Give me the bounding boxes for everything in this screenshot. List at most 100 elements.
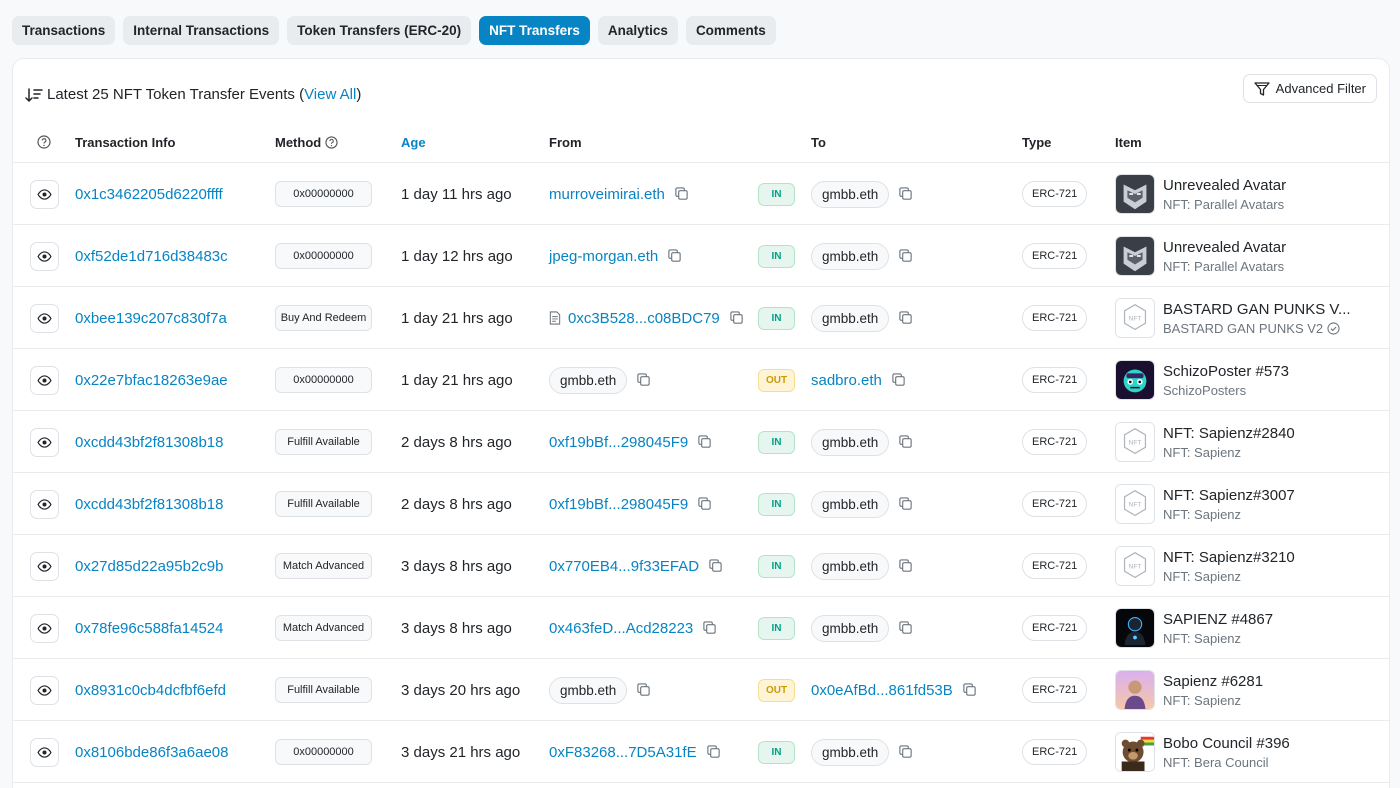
from-address[interactable]: gmbb.eth bbox=[549, 676, 628, 704]
to-address[interactable]: 0x0eAfBd...861fd53B bbox=[811, 682, 953, 699]
from-address[interactable]: gmbb.eth bbox=[549, 366, 628, 394]
copy-from-icon[interactable] bbox=[697, 496, 713, 512]
nft-thumbnail[interactable] bbox=[1115, 236, 1155, 276]
copy-to-icon[interactable] bbox=[898, 434, 914, 450]
tab-internal-transactions[interactable]: Internal Transactions bbox=[123, 16, 280, 45]
tx-hash-link[interactable]: 0xbee139c207c830f7a bbox=[75, 310, 239, 327]
item-name-link[interactable]: Unrevealed Avatar bbox=[1163, 177, 1363, 194]
preview-eye-button[interactable] bbox=[30, 675, 59, 705]
method-badge: Fulfill Available bbox=[275, 677, 372, 703]
to-address[interactable]: gmbb.eth bbox=[811, 304, 890, 332]
from-address[interactable]: 0xf19bBf...298045F9 bbox=[549, 434, 688, 451]
tx-hash-link[interactable]: 0xf52de1d716d38483c bbox=[75, 248, 239, 265]
to-address[interactable]: sadbro.eth bbox=[811, 372, 882, 389]
preview-eye-button[interactable] bbox=[30, 179, 59, 209]
nft-thumbnail[interactable]: NFT bbox=[1115, 298, 1155, 338]
from-address[interactable]: murroveimirai.eth bbox=[549, 186, 665, 203]
copy-to-icon[interactable] bbox=[898, 186, 914, 202]
copy-from-icon[interactable] bbox=[667, 248, 683, 264]
tab-analytics[interactable]: Analytics bbox=[597, 16, 678, 45]
to-address[interactable]: gmbb.eth bbox=[811, 428, 890, 456]
tab-comments[interactable]: Comments bbox=[685, 16, 776, 45]
copy-from-icon[interactable] bbox=[706, 744, 722, 760]
from-address[interactable]: 0xf19bBf...298045F9 bbox=[549, 496, 688, 513]
copy-to-icon[interactable] bbox=[898, 744, 914, 760]
to-address[interactable]: gmbb.eth bbox=[811, 738, 890, 766]
nft-thumbnail[interactable] bbox=[1115, 670, 1155, 710]
preview-eye-button[interactable] bbox=[30, 365, 59, 395]
preview-eye-button[interactable] bbox=[30, 613, 59, 643]
item-name-link[interactable]: NFT: Sapienz#3210 bbox=[1163, 549, 1363, 566]
preview-eye-button[interactable] bbox=[30, 551, 59, 581]
nft-thumbnail[interactable] bbox=[1115, 174, 1155, 214]
preview-eye-button[interactable] bbox=[30, 489, 59, 519]
copy-to-icon[interactable] bbox=[891, 372, 907, 388]
item-name-link[interactable]: SchizoPoster #573 bbox=[1163, 363, 1363, 380]
to-address[interactable]: gmbb.eth bbox=[811, 180, 890, 208]
to-address[interactable]: gmbb.eth bbox=[811, 614, 890, 642]
copy-to-icon[interactable] bbox=[898, 248, 914, 264]
copy-from-icon[interactable] bbox=[729, 310, 745, 326]
nft-thumbnail[interactable] bbox=[1115, 732, 1155, 772]
token-type-badge: ERC-721 bbox=[1022, 677, 1088, 703]
nft-thumbnail[interactable] bbox=[1115, 360, 1155, 400]
copy-from-icon[interactable] bbox=[702, 620, 718, 636]
eye-icon bbox=[37, 684, 52, 696]
tx-hash-link[interactable]: 0x27d85d22a95b2c9b bbox=[75, 558, 239, 575]
sort-icon[interactable] bbox=[25, 87, 43, 103]
nft-transfers-card: Latest 25 NFT Token Transfer Events (Vie… bbox=[12, 58, 1390, 788]
method-help-icon[interactable] bbox=[325, 135, 338, 149]
copy-to-icon[interactable] bbox=[898, 496, 914, 512]
tx-hash-link[interactable]: 0xcdd43bf2f81308b18 bbox=[75, 434, 239, 451]
preview-eye-button[interactable] bbox=[30, 303, 59, 333]
to-address[interactable]: gmbb.eth bbox=[811, 242, 890, 270]
from-address[interactable]: jpeg-morgan.eth bbox=[549, 248, 658, 265]
preview-eye-button[interactable] bbox=[30, 241, 59, 271]
copy-from-icon[interactable] bbox=[636, 372, 652, 388]
preview-eye-button[interactable] bbox=[30, 737, 59, 767]
from-address[interactable]: 0xc3B528...c08BDC79 bbox=[568, 310, 720, 327]
item-name-link[interactable]: NFT: Sapienz#2840 bbox=[1163, 425, 1363, 442]
copy-to-icon[interactable] bbox=[898, 620, 914, 636]
tx-hash-link[interactable]: 0x22e7bfac18263e9ae bbox=[75, 372, 239, 389]
copy-from-icon[interactable] bbox=[636, 682, 652, 698]
copy-to-icon[interactable] bbox=[962, 682, 978, 698]
from-address[interactable]: 0x463feD...Acd28223 bbox=[549, 620, 693, 637]
from-address[interactable]: 0x770EB4...9f33EFAD bbox=[549, 558, 699, 575]
table-row: 0x27d85d22a95b2c9b Match Advanced 3 days 8… bbox=[13, 535, 1389, 597]
item-name-link[interactable]: BASTARD GAN PUNKS V... bbox=[1163, 301, 1363, 318]
tx-hash-link[interactable]: 0x8106bde86f3a6ae08 bbox=[75, 744, 239, 761]
tab-transactions[interactable]: Transactions bbox=[12, 16, 116, 45]
help-icon[interactable] bbox=[37, 121, 51, 163]
tab-token-transfers-erc-20[interactable]: Token Transfers (ERC-20) bbox=[287, 16, 472, 45]
copy-to-icon[interactable] bbox=[898, 558, 914, 574]
nft-thumbnail[interactable]: NFT bbox=[1115, 422, 1155, 462]
item-name-link[interactable]: NFT: Sapienz#3007 bbox=[1163, 487, 1363, 504]
item-name-link[interactable]: Sapienz #6281 bbox=[1163, 673, 1363, 690]
nft-thumbnail[interactable]: NFT bbox=[1115, 546, 1155, 586]
tx-hash-link[interactable]: 0xcdd43bf2f81308b18 bbox=[75, 496, 239, 513]
preview-eye-button[interactable] bbox=[30, 427, 59, 457]
age-text: 1 day 21 hrs ago bbox=[401, 371, 513, 389]
item-name-link[interactable]: Unrevealed Avatar bbox=[1163, 239, 1363, 256]
col-age[interactable]: Age bbox=[401, 121, 426, 163]
method-badge: 0x00000000 bbox=[275, 367, 372, 393]
tx-hash-link[interactable]: 0x78fe96c588fa14524 bbox=[75, 620, 239, 637]
item-collection-label: NFT: Sapienz bbox=[1163, 506, 1242, 522]
to-address[interactable]: gmbb.eth bbox=[811, 552, 890, 580]
item-name-link[interactable]: Bobo Council #396 bbox=[1163, 735, 1363, 752]
advanced-filter-button[interactable]: Advanced Filter bbox=[1242, 74, 1377, 103]
tx-hash-link[interactable]: 0x8931c0cb4dcfbf6efd bbox=[75, 682, 239, 699]
copy-from-icon[interactable] bbox=[708, 558, 724, 574]
tab-nft-transfers[interactable]: NFT Transfers bbox=[479, 16, 590, 45]
tx-hash-link[interactable]: 0x1c3462205d6220ffff bbox=[75, 186, 239, 203]
copy-to-icon[interactable] bbox=[898, 310, 914, 326]
nft-thumbnail[interactable]: NFT bbox=[1115, 484, 1155, 524]
nft-thumbnail[interactable] bbox=[1115, 608, 1155, 648]
view-all-link[interactable]: View All bbox=[304, 86, 356, 103]
from-address[interactable]: 0xF83268...7D5A31fE bbox=[549, 744, 697, 761]
copy-from-icon[interactable] bbox=[697, 434, 713, 450]
to-address[interactable]: gmbb.eth bbox=[811, 490, 890, 518]
item-name-link[interactable]: SAPIENZ #4867 bbox=[1163, 611, 1363, 628]
copy-from-icon[interactable] bbox=[674, 186, 690, 202]
